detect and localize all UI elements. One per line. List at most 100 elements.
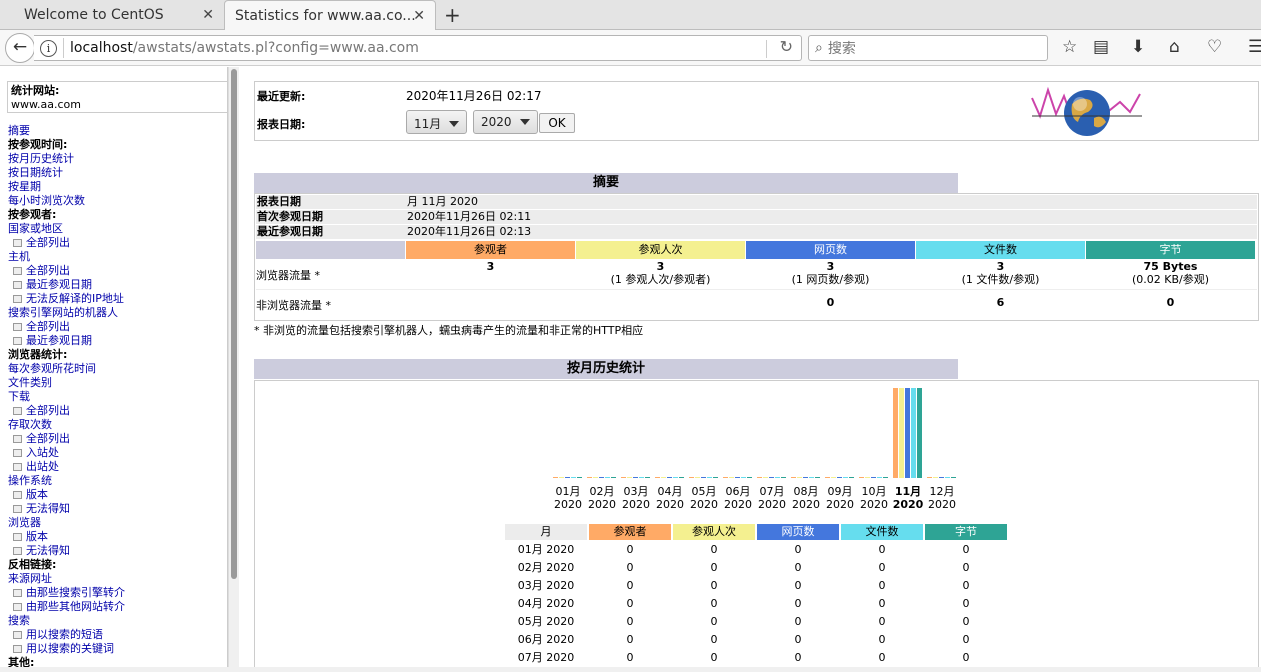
sidebar-item[interactable]: 无法反解译的IP地址 [8, 292, 125, 306]
sidebar-item[interactable]: 最近参观日期 [8, 334, 125, 348]
year-select[interactable]: 2020 [473, 110, 538, 134]
home-icon[interactable]: ⌂ [1169, 37, 1180, 57]
sidebar-item[interactable]: 按星期 [8, 180, 125, 194]
sidebar-item[interactable]: 无法得知 [8, 502, 125, 516]
back-icon[interactable]: ← [5, 33, 35, 63]
awstats-logo-icon[interactable] [1030, 84, 1145, 139]
chart-year-label-text: 2020 [554, 498, 582, 511]
sidebar-item[interactable]: 操作系统 [8, 474, 125, 488]
sidebar-item[interactable]: 搜索 [8, 614, 125, 628]
table-cell: 0 [878, 651, 886, 664]
new-tab-icon[interactable]: + [444, 3, 461, 27]
search-input[interactable]: ⌕ 搜索 [808, 35, 1048, 61]
chart-bar-0-1 [559, 477, 564, 478]
table-cell: 0 [794, 579, 802, 592]
chart-bar-4-2 [701, 477, 706, 478]
info-icon[interactable]: i [40, 39, 57, 57]
sidebar-item[interactable]: 版本 [8, 488, 125, 502]
chart-month-label-text: 08月 [793, 485, 819, 498]
table-cell: 0 [794, 615, 802, 628]
sidebar-item[interactable]: 按月历史统计 [8, 152, 125, 166]
chart-month-label: 09月 2020 [823, 485, 857, 511]
summary-table: 报表日期 月 11月 2020 首次参观日期 2020年11月26日 02:11 最近参… [254, 193, 1259, 321]
scrollbar-thumb[interactable] [231, 69, 237, 579]
list-icon [13, 603, 22, 611]
reading-list-icon[interactable]: ▤ [1093, 37, 1109, 57]
sidebar-item[interactable]: 用以搜索的关键词 [8, 642, 125, 656]
sidebar-item[interactable]: 全部列出 [8, 264, 125, 278]
sidebar-item[interactable]: 入站处 [8, 446, 125, 460]
table-cell-month: 03月 2020 [517, 579, 575, 592]
chart-year-label-text: 2020 [690, 498, 718, 511]
table-cell: 0 [710, 561, 718, 574]
table-cell: 0 [626, 543, 634, 556]
table-cell: 0 [962, 543, 970, 556]
horizontal-scrollbar[interactable] [0, 667, 1261, 672]
sidebar-item-label: 无法得知 [26, 544, 70, 557]
sidebar-item[interactable]: 全部列出 [8, 432, 125, 446]
chart-year-label-text: 2020 [758, 498, 786, 511]
download-icon[interactable]: ⬇ [1131, 37, 1145, 57]
tab-statistics[interactable]: Statistics for www.aa.co... ✕ [224, 0, 436, 31]
table-cell: 0 [626, 615, 634, 628]
sidebar-item[interactable]: 每小时浏览次数 [8, 194, 125, 208]
month-select[interactable]: 11月 [406, 110, 468, 134]
pocket-icon[interactable]: ♡ [1207, 37, 1222, 57]
summary-column-header: 参观人次 [576, 241, 745, 259]
table-cell: 0 [878, 579, 886, 592]
summary-row: 首次参观日期 2020年11月26日 02:11 [256, 210, 1257, 224]
sidebar-item[interactable]: 版本 [8, 530, 125, 544]
close-icon[interactable]: ✕ [202, 7, 214, 23]
sidebar-item-label: 由那些其他网站转介 [26, 600, 125, 613]
sidebar-item[interactable]: 最近参观日期 [8, 278, 125, 292]
sidebar-item[interactable]: 摘要 [8, 124, 125, 138]
table-header: 网页数 [757, 524, 839, 540]
url-bar[interactable]: i localhost/awstats/awstats.pl?config=ww… [34, 35, 802, 61]
sidebar-item[interactable]: 全部列出 [8, 320, 125, 334]
menu-icon[interactable]: ☰ [1248, 37, 1261, 57]
chart-month-label: 08月 2020 [789, 485, 823, 511]
sidebar-item[interactable]: 按日期统计 [8, 166, 125, 180]
sidebar-item[interactable]: 国家或地区 [8, 222, 125, 236]
sidebar-item-label: 按星期 [8, 180, 41, 193]
chart-year-label-text: 2020 [826, 498, 854, 511]
sidebar-item[interactable]: 由那些其他网站转介 [8, 600, 125, 614]
table-cell: 0 [626, 561, 634, 574]
vertical-scrollbar[interactable] [228, 67, 239, 672]
sidebar-item[interactable]: 主机 [8, 250, 125, 264]
sidebar-item[interactable]: 由那些搜索引擎转介 [8, 586, 125, 600]
sidebar-item[interactable]: 用以搜索的短语 [8, 628, 125, 642]
sidebar-item[interactable]: 全部列出 [8, 404, 125, 418]
table-cell: 0 [962, 651, 970, 664]
sidebar-item[interactable]: 文件类别 [8, 376, 125, 390]
sidebar-item[interactable]: 来源网址 [8, 572, 125, 586]
chart-year-label-text: 2020 [860, 498, 888, 511]
sidebar-item[interactable]: 出站处 [8, 460, 125, 474]
chart-bar-7-3 [809, 477, 814, 478]
summary-column-header: 网页数 [746, 241, 915, 259]
sidebar-item[interactable]: 浏览器 [8, 516, 125, 530]
chart-bar-4-0 [689, 477, 694, 478]
reload-icon[interactable]: ↻ [780, 37, 793, 56]
table-cell: 0 [626, 633, 634, 646]
sidebar-item[interactable]: 无法得知 [8, 544, 125, 558]
sidebar-item[interactable]: 下载 [8, 390, 125, 404]
close-icon[interactable]: ✕ [413, 8, 425, 24]
chart-bar-7-0 [791, 477, 796, 478]
sidebar-heading: 按参观时间: [8, 138, 125, 152]
monthly-chart: 01月 2020 02月 2020 03月 2020 04月 2020 05月 2020 06月 20… [551, 381, 961, 516]
sidebar-item[interactable]: 存取次数 [8, 418, 125, 432]
tab-welcome[interactable]: Welcome to CentOS ✕ [0, 0, 224, 30]
browser-traffic-value: 75 Bytes [1143, 260, 1198, 273]
sidebar-item[interactable]: 全部列出 [8, 236, 125, 250]
summary-row-value: 月 11月 2020 [407, 195, 478, 208]
sidebar: 统计网站: www.aa.com 摘要 按参观时间: 按月历史统计 按日期统计 按星期每… [0, 67, 228, 672]
ok-button[interactable]: OK [539, 113, 575, 133]
chart-bar-4-3 [707, 477, 712, 478]
chart-month-label-text: 07月 [759, 485, 785, 498]
sidebar-item[interactable]: 每次参观所花时间 [8, 362, 125, 376]
bookmark-star-icon[interactable]: ☆ [1062, 37, 1077, 57]
chart-bar-2-3 [639, 477, 644, 478]
chart-bar-1-4 [611, 477, 616, 478]
sidebar-item[interactable]: 搜索引擎网站的机器人 [8, 306, 125, 320]
